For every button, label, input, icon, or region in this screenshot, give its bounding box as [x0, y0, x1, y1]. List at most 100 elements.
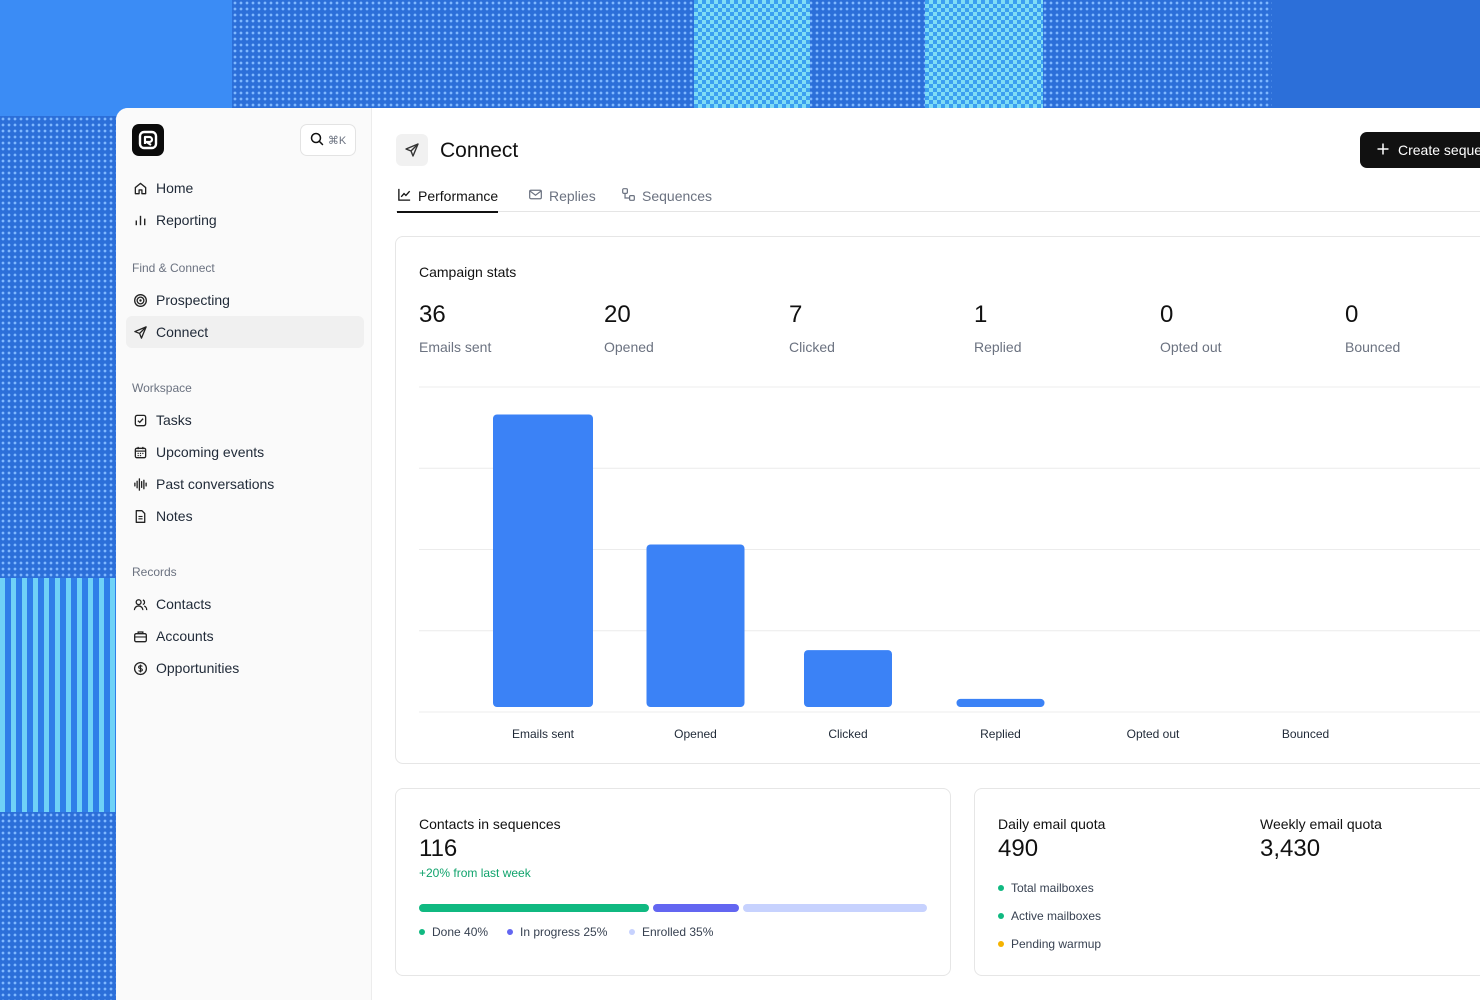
create-sequence-button[interactable]: Create sequence	[1360, 132, 1480, 168]
mailbox-label: Total mailboxes	[1011, 881, 1094, 895]
line-chart-icon	[397, 187, 412, 205]
legend-label: Enrolled 35%	[642, 925, 714, 939]
sidebar-item-upcoming-events[interactable]: Upcoming events	[126, 436, 364, 468]
contacts-in-sequences-card: Contacts in sequences 116 +20% from last…	[395, 788, 951, 976]
background-pattern	[0, 116, 116, 578]
sidebar-item-past-conversations[interactable]: Past conversations	[126, 468, 364, 500]
contacts-delta: +20% from last week	[419, 866, 531, 880]
users-icon	[132, 596, 148, 612]
section-label-find-connect: Find & Connect	[132, 261, 215, 275]
sidebar-item-label: Home	[156, 180, 194, 196]
sidebar-item-contacts[interactable]: Contacts	[126, 588, 364, 620]
send-icon	[396, 134, 428, 166]
chart-x-tick-label: Replied	[980, 727, 1021, 741]
sidebar-item-reporting[interactable]: Reporting	[126, 204, 364, 236]
background-pattern	[694, 0, 810, 108]
daily-quota-value: 490	[998, 835, 1039, 862]
search-icon	[310, 132, 324, 149]
tab-performance[interactable]: Performance	[397, 180, 499, 213]
section-label-records: Records	[132, 565, 177, 579]
background-block	[0, 0, 232, 116]
plus-icon	[1376, 142, 1390, 159]
tab-sequences[interactable]: Sequences	[621, 180, 712, 212]
sidebar-item-label: Tasks	[156, 412, 192, 428]
chart-bar[interactable]	[493, 414, 593, 708]
status-dot	[998, 941, 1004, 947]
sidebar-item-label: Notes	[156, 508, 193, 524]
sidebar-item-label: Connect	[156, 324, 209, 340]
progress-segment-enrolled	[743, 904, 927, 912]
send-icon	[132, 324, 148, 340]
target-icon	[132, 292, 148, 308]
card-title: Weekly email quota	[1260, 816, 1382, 832]
sidebar: ⌘K Home Reporting Find & Connect Prospec…	[116, 108, 372, 1000]
create-sequence-label: Create sequence	[1398, 142, 1480, 158]
chart-x-tick-label: Bounced	[1282, 727, 1329, 741]
search-shortcut: ⌘K	[327, 134, 347, 147]
legend-dot	[629, 929, 635, 935]
legend-dot	[419, 929, 425, 935]
app-logo[interactable]	[132, 124, 164, 156]
briefcase-icon	[132, 628, 148, 644]
waveform-icon	[132, 476, 148, 492]
chart-x-tick-label: Emails sent	[512, 727, 575, 741]
mailbox-label: Pending warmup	[1011, 937, 1102, 951]
sidebar-item-label: Prospecting	[156, 292, 230, 308]
legend-label: Done 40%	[432, 925, 489, 939]
sidebar-item-tasks[interactable]: Tasks	[126, 404, 364, 436]
document-icon	[132, 508, 148, 524]
tab-replies[interactable]: Replies	[528, 180, 596, 212]
mailbox-status-total: Total mailboxes	[998, 881, 1094, 895]
chart-bar[interactable]	[646, 544, 745, 708]
sidebar-item-accounts[interactable]: Accounts	[126, 620, 364, 652]
chart-bar[interactable]	[804, 650, 892, 707]
sequence-progress-bar	[419, 904, 927, 912]
home-icon	[132, 180, 148, 196]
calendar-icon	[132, 444, 148, 460]
section-label-workspace: Workspace	[132, 381, 192, 395]
chart-bar[interactable]	[956, 698, 1045, 707]
sidebar-item-prospecting[interactable]: Prospecting	[126, 284, 364, 316]
sequence-icon	[621, 187, 636, 205]
mailbox-label: Active mailboxes	[1011, 909, 1102, 923]
tab-label: Replies	[549, 188, 596, 204]
mailbox-status-pending: Pending warmup	[998, 937, 1101, 951]
campaign-bar-chart: Emails sent Opened Clicked Replied Opted out…	[419, 386, 1480, 741]
tab-bar: Performance Replies Sequences	[396, 180, 1480, 213]
checkbox-icon	[132, 412, 148, 428]
background-pattern	[0, 578, 116, 812]
sidebar-item-home[interactable]: Home	[126, 172, 364, 204]
campaign-stats-card: Campaign stats 36 Emails sent 20 Opened …	[395, 236, 1480, 764]
legend-done: Done 40%	[419, 925, 488, 939]
tab-label: Sequences	[642, 188, 713, 204]
progress-segment-done	[419, 904, 649, 912]
tab-label: Performance	[418, 187, 499, 204]
sidebar-item-notes[interactable]: Notes	[126, 500, 364, 532]
page-title: Connect	[440, 139, 519, 162]
progress-segment-in-progress	[652, 904, 740, 912]
contacts-count: 116	[419, 835, 458, 862]
card-title: Contacts in sequences	[419, 816, 561, 832]
weekly-quota-value: 3,430	[1260, 835, 1321, 862]
sidebar-item-label: Contacts	[156, 596, 212, 612]
main-content: Connect Create sequence Performance Repl…	[372, 108, 1480, 1000]
sidebar-item-connect[interactable]: Connect	[126, 316, 364, 348]
legend-in-progress: In progress 25%	[507, 925, 607, 939]
chart-x-tick-label: Clicked	[828, 727, 867, 741]
legend-enrolled: Enrolled 35%	[629, 925, 713, 939]
mailbox-status-active: Active mailboxes	[998, 909, 1101, 923]
app-window: ⌘K Home Reporting Find & Connect Prospec…	[116, 108, 1480, 1000]
card-title: Daily email quota	[998, 816, 1106, 832]
background-block	[1272, 0, 1480, 108]
background-pattern	[925, 0, 1043, 108]
background-pattern	[0, 812, 116, 1000]
chart-x-tick-label: Opened	[674, 727, 717, 741]
dollar-icon	[132, 660, 148, 676]
search-button[interactable]: ⌘K	[300, 124, 356, 156]
status-dot	[998, 913, 1004, 919]
sidebar-item-opportunities[interactable]: Opportunities	[126, 652, 364, 684]
bar-chart-icon	[132, 212, 148, 228]
chart-x-tick-label: Opted out	[1127, 727, 1180, 741]
sidebar-item-label: Upcoming events	[156, 444, 265, 460]
mail-icon	[528, 187, 543, 205]
